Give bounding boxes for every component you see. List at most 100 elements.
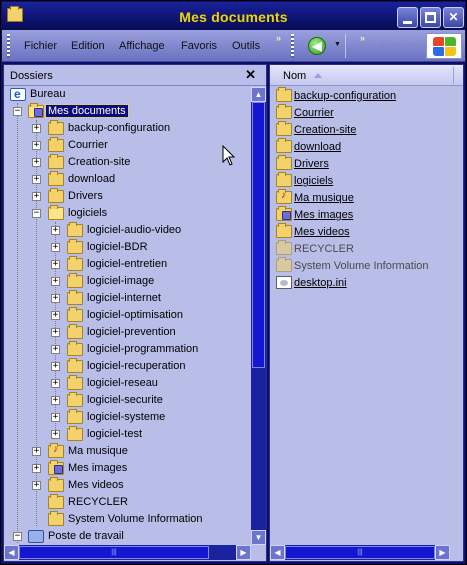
tree-item-logiciel-securite[interactable]: + logiciel-securite <box>4 392 251 410</box>
tree-horizontal-scrollbar[interactable]: ◀ ||| ▶ <box>4 545 251 560</box>
menu-fichier[interactable]: Fichier <box>24 40 57 52</box>
scroll-right-button[interactable]: ▶ <box>236 545 251 560</box>
tree-item-mes-videos[interactable]: + Mes videos <box>4 477 251 495</box>
list-item[interactable]: download <box>276 138 461 156</box>
tree-item-drivers[interactable]: + Drivers <box>4 188 251 206</box>
tree-item-logiciel-test[interactable]: + logiciel-test <box>4 426 251 444</box>
tree-item-logiciels[interactable]: − logiciels <box>4 205 251 223</box>
file-name: RECYCLER <box>294 243 354 255</box>
tree-label: logiciel-internet <box>87 292 161 304</box>
tree-item-bureau[interactable]: Bureau <box>4 87 251 104</box>
maximize-button[interactable] <box>420 7 441 28</box>
expand-toggle[interactable]: + <box>51 277 60 286</box>
menu-affichage[interactable]: Affichage <box>119 40 165 52</box>
tree-item-mes-images[interactable]: + Mes images <box>4 460 251 478</box>
expand-toggle[interactable]: + <box>51 226 60 235</box>
menu-edition[interactable]: Edition <box>71 40 105 52</box>
tree-item-courrier[interactable]: + Courrier <box>4 137 251 155</box>
close-button[interactable]: ✕ <box>443 7 464 28</box>
expand-toggle[interactable]: + <box>51 413 60 422</box>
scroll-down-button[interactable]: ▼ <box>251 530 266 545</box>
menu-overflow-chevron[interactable]: » <box>276 33 281 43</box>
expand-toggle[interactable]: + <box>51 311 60 320</box>
list-item[interactable]: desktop.ini <box>276 275 461 292</box>
tree-item-download[interactable]: + download <box>4 171 251 189</box>
expand-toggle[interactable]: + <box>32 464 41 473</box>
tree-item-logiciel-image[interactable]: + logiciel-image <box>4 273 251 291</box>
tree-item-logiciel-systeme[interactable]: + logiciel-systeme <box>4 409 251 427</box>
list-item[interactable]: System Volume Information <box>276 257 461 275</box>
expand-toggle[interactable]: + <box>51 328 60 337</box>
list-item[interactable]: logiciels <box>276 172 461 190</box>
list-item[interactable]: Ma musique <box>276 189 461 207</box>
list-item[interactable]: Courrier <box>276 104 461 122</box>
tree-item-creation-site[interactable]: + Creation-site <box>4 154 251 172</box>
back-dropdown-icon[interactable]: ▼ <box>334 41 341 48</box>
scroll-thumb[interactable]: ||| <box>285 546 435 559</box>
address-label[interactable]: Adresse <box>378 40 418 52</box>
file-name: backup-configuration <box>294 90 397 102</box>
expand-toggle[interactable]: + <box>32 192 41 201</box>
tree-label: Ma musique <box>68 445 128 457</box>
back-button[interactable]: ◀ <box>308 37 326 55</box>
expand-toggle[interactable]: + <box>51 260 60 269</box>
collapse-toggle[interactable]: − <box>13 107 22 116</box>
scroll-right-button[interactable]: ▶ <box>435 545 450 560</box>
minimize-button[interactable] <box>397 7 418 28</box>
tree-item-poste-de-travail[interactable]: − Poste de travail <box>4 529 251 545</box>
tree-item-logiciel-audio-video[interactable]: + logiciel-audio-video <box>4 222 251 240</box>
toolbar-overflow-chevron[interactable]: » <box>360 33 365 43</box>
list-item[interactable]: Creation-site <box>276 121 461 139</box>
tree-item-mes-documents[interactable]: − Mes documents <box>4 103 251 121</box>
tree-item-logiciel-optimisation[interactable]: + logiciel-optimisation <box>4 307 251 325</box>
expand-toggle[interactable]: + <box>51 243 60 252</box>
toolbar-grip[interactable] <box>291 34 294 58</box>
scroll-up-button[interactable]: ▲ <box>251 87 266 102</box>
tree-item-logiciel-bdr[interactable]: + logiciel-BDR <box>4 239 251 257</box>
expand-toggle[interactable]: + <box>51 294 60 303</box>
tree-item-logiciel-programmation[interactable]: + logiciel-programmation <box>4 341 251 359</box>
tree-item-backup-configuration[interactable]: + backup-configuration <box>4 120 251 138</box>
list-item[interactable]: Drivers <box>276 155 461 173</box>
folders-close-button[interactable]: ✕ <box>245 67 256 83</box>
title-bar[interactable]: Mes documents ✕ <box>2 2 465 30</box>
list-item[interactable]: backup-configuration <box>276 87 461 105</box>
expand-toggle[interactable]: + <box>32 141 41 150</box>
tree-item-logiciel-internet[interactable]: + logiciel-internet <box>4 290 251 308</box>
expand-toggle[interactable]: + <box>32 124 41 133</box>
tree-item-logiciel-recuperation[interactable]: + logiciel-recuperation <box>4 358 251 376</box>
scroll-thumb[interactable]: ||| <box>19 546 209 559</box>
scroll-left-button[interactable]: ◀ <box>270 545 285 560</box>
minimize-icon <box>403 21 412 24</box>
collapse-toggle[interactable]: − <box>32 209 41 218</box>
expand-toggle[interactable]: + <box>32 447 41 456</box>
folder-icon <box>48 120 64 135</box>
collapse-toggle[interactable]: − <box>13 532 22 541</box>
tree-item-logiciel-prevention[interactable]: + logiciel-prevention <box>4 324 251 342</box>
column-header-name[interactable]: Nom <box>270 65 463 86</box>
expand-toggle[interactable]: + <box>51 362 60 371</box>
expand-toggle[interactable]: + <box>51 379 60 388</box>
tree-item-logiciel-reseau[interactable]: + logiciel-reseau <box>4 375 251 393</box>
scroll-thumb[interactable] <box>252 102 265 368</box>
list-horizontal-scrollbar[interactable]: ◀ ||| ▶ <box>270 545 450 560</box>
expand-toggle[interactable]: + <box>51 396 60 405</box>
scroll-left-button[interactable]: ◀ <box>4 545 19 560</box>
expand-toggle[interactable]: + <box>51 430 60 439</box>
tree-item-recycler[interactable]: RECYCLER <box>4 494 251 512</box>
list-item[interactable]: RECYCLER <box>276 240 461 258</box>
expand-toggle[interactable]: + <box>32 481 41 490</box>
folder-icon <box>67 358 83 373</box>
expand-toggle[interactable]: + <box>32 158 41 167</box>
list-item[interactable]: Mes images <box>276 206 461 224</box>
tree-item-ma-musique[interactable]: + Ma musique <box>4 443 251 461</box>
list-item[interactable]: Mes videos <box>276 223 461 241</box>
tree-vertical-scrollbar[interactable]: ▲ ▼ <box>251 87 266 545</box>
expand-toggle[interactable]: + <box>51 345 60 354</box>
toolbar-grip[interactable] <box>7 34 10 58</box>
tree-item-logiciel-entretien[interactable]: + logiciel-entretien <box>4 256 251 274</box>
menu-outils[interactable]: Outils <box>232 40 260 52</box>
expand-toggle[interactable]: + <box>32 175 41 184</box>
tree-item-system-volume-information[interactable]: System Volume Information <box>4 511 251 529</box>
menu-favoris[interactable]: Favoris <box>181 40 217 52</box>
